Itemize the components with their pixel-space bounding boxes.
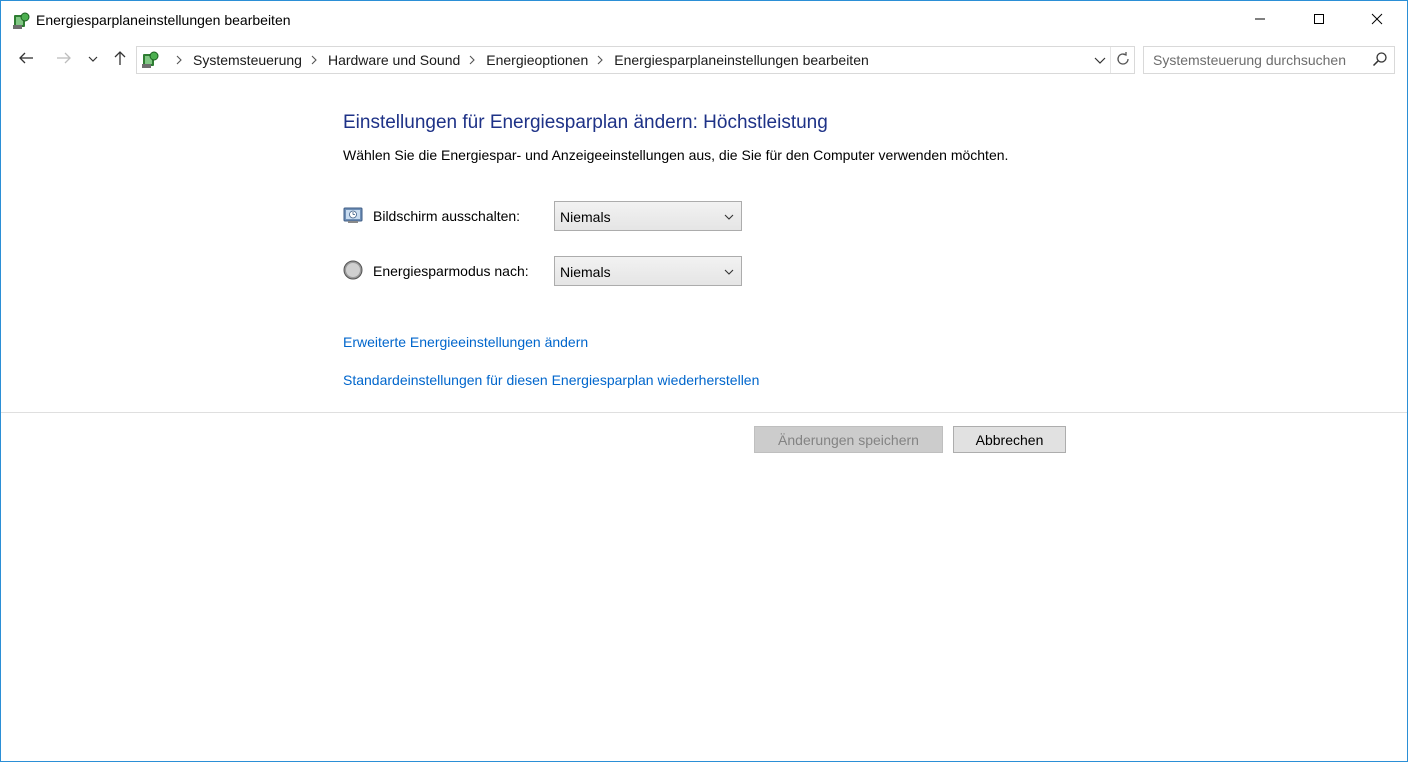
search-input[interactable]: [1144, 47, 1364, 73]
monitor-icon: [343, 205, 363, 225]
chevron-down-icon: [88, 51, 98, 67]
chevron-right-icon[interactable]: [468, 55, 476, 65]
dropdown-value: Niemals: [560, 209, 611, 225]
back-button[interactable]: [14, 47, 38, 71]
refresh-icon: [1115, 51, 1131, 70]
setting-label: Bildschirm ausschalten:: [373, 208, 521, 224]
divider: [1, 412, 1407, 413]
setting-label: Energiesparmodus nach:: [373, 263, 529, 279]
sleep-dropdown[interactable]: Niemals: [554, 256, 742, 286]
dropdown-value: Niemals: [560, 264, 611, 280]
display-off-dropdown[interactable]: Niemals: [554, 201, 742, 231]
forward-button[interactable]: [52, 47, 76, 71]
close-button[interactable]: [1348, 1, 1406, 39]
recent-locations-button[interactable]: [83, 47, 103, 71]
advanced-settings-link[interactable]: Erweiterte Energieeinstellungen ändern: [343, 334, 588, 350]
close-icon: [1371, 12, 1383, 28]
search-button[interactable]: [1366, 47, 1394, 73]
minimize-icon: [1254, 12, 1266, 28]
chevron-right-icon[interactable]: [175, 55, 183, 65]
search-box: [1143, 46, 1395, 74]
breadcrumb-item-systemsteuerung[interactable]: Systemsteuerung: [193, 52, 302, 68]
refresh-button[interactable]: [1110, 47, 1135, 73]
window-title: Energiesparplaneinstellungen bearbeiten: [36, 12, 291, 28]
chevron-down-icon: [723, 211, 735, 223]
page-title: Einstellungen für Energiesparplan ändern…: [343, 112, 828, 133]
navigation-bar: Systemsteuerung Hardware und Sound Energ…: [1, 41, 1407, 79]
sleep-moon-icon: [343, 260, 363, 280]
chevron-right-icon[interactable]: [596, 55, 604, 65]
chevron-down-icon: [723, 266, 735, 278]
maximize-icon: [1313, 12, 1325, 28]
arrow-left-icon: [18, 50, 34, 69]
arrow-up-icon: [112, 50, 128, 69]
up-button[interactable]: [108, 47, 132, 71]
breadcrumb: Systemsteuerung Hardware und Sound Energ…: [167, 47, 869, 73]
page-subtitle: Wählen Sie die Energiespar- und Anzeigee…: [343, 147, 1009, 163]
restore-defaults-link[interactable]: Standardeinstellungen für diesen Energie…: [343, 372, 759, 388]
breadcrumb-item-hardware-und-sound[interactable]: Hardware und Sound: [328, 52, 460, 68]
breadcrumb-item-energieoptionen[interactable]: Energieoptionen: [486, 52, 588, 68]
maximize-button[interactable]: [1290, 1, 1348, 39]
search-icon: [1372, 51, 1388, 70]
chevron-right-icon[interactable]: [310, 55, 318, 65]
address-history-button[interactable]: [1090, 47, 1110, 73]
save-changes-button[interactable]: Änderungen speichern: [754, 426, 943, 453]
window: Energiesparplaneinstellungen bearbeiten: [0, 0, 1408, 762]
minimize-button[interactable]: [1231, 1, 1289, 39]
control-panel-icon: [140, 50, 160, 70]
breadcrumb-item-current[interactable]: Energiesparplaneinstellungen bearbeiten: [614, 52, 869, 68]
title-bar: Energiesparplaneinstellungen bearbeiten: [1, 1, 1407, 39]
control-panel-icon: [11, 11, 31, 31]
address-bar[interactable]: Systemsteuerung Hardware und Sound Energ…: [136, 46, 1135, 74]
cancel-button[interactable]: Abbrechen: [953, 426, 1066, 453]
chevron-down-icon: [1094, 52, 1106, 68]
arrow-right-icon: [56, 50, 72, 69]
